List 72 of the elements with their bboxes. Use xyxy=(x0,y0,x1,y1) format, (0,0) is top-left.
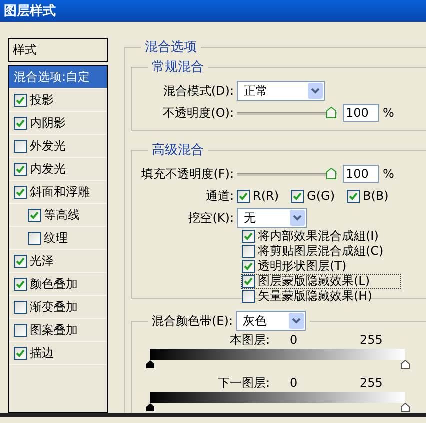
checkbox-label[interactable]: 透明形状图层(T) xyxy=(258,258,347,275)
style-list-item[interactable]: 描边 xyxy=(9,342,107,365)
unit-label: % xyxy=(383,106,394,120)
section-title: 高级混合 xyxy=(151,142,205,159)
range-start-thumb[interactable] xyxy=(146,403,155,412)
checkbox[interactable] xyxy=(347,190,360,202)
checkbox-label[interactable]: 将内部效果混合成組(I) xyxy=(258,228,379,245)
slider-thumb[interactable] xyxy=(326,168,337,180)
checkbox-label[interactable]: R(R) xyxy=(253,189,280,203)
range-value: 255 xyxy=(360,333,383,347)
knockout-dropdown[interactable]: 无 xyxy=(237,208,307,228)
unit-label: % xyxy=(383,167,394,181)
style-list-item[interactable]: 混合选项:自定 xyxy=(9,66,107,89)
style-list-item[interactable]: 颜色叠加 xyxy=(9,273,107,296)
checkbox[interactable] xyxy=(14,346,27,360)
blend-if-dropdown[interactable]: 灰色 xyxy=(236,311,306,331)
checkbox[interactable] xyxy=(237,190,250,202)
range-end-thumb[interactable] xyxy=(401,360,410,369)
checkbox[interactable] xyxy=(242,275,255,288)
blend-mode-dropdown[interactable]: 正常 xyxy=(237,81,325,101)
style-list-item[interactable]: 投影 xyxy=(9,89,107,112)
section-title: 常规混合 xyxy=(151,59,205,76)
checkbox[interactable] xyxy=(291,190,304,202)
checkbox[interactable] xyxy=(14,162,27,176)
range-value: 0 xyxy=(290,376,299,390)
checkbox[interactable] xyxy=(14,186,27,198)
field-label: 混合模式(D): xyxy=(162,82,235,100)
style-list-item[interactable]: 内阴影 xyxy=(9,112,107,135)
layer-label: 本图层: xyxy=(228,332,270,348)
checkbox[interactable] xyxy=(242,290,255,303)
range-start-thumb[interactable] xyxy=(146,360,155,369)
checkbox[interactable] xyxy=(14,254,27,268)
checkbox[interactable] xyxy=(14,278,27,290)
checkbox[interactable] xyxy=(14,324,27,336)
checkbox[interactable] xyxy=(14,300,27,314)
field-label: 混合颜色带(E): xyxy=(152,312,233,330)
checkbox-label[interactable]: G(G) xyxy=(307,189,336,203)
style-list-item[interactable]: 光泽 xyxy=(9,250,107,273)
opacity-slider[interactable] xyxy=(237,106,337,120)
checkbox[interactable] xyxy=(28,208,41,222)
checkbox[interactable] xyxy=(28,232,41,244)
style-list-item[interactable]: 斜面和浮雕 xyxy=(9,181,107,204)
checkbox[interactable] xyxy=(242,260,255,273)
checkbox-label[interactable]: B(B) xyxy=(363,189,389,203)
range-end-thumb[interactable] xyxy=(401,403,410,412)
slider-thumb[interactable] xyxy=(326,107,337,119)
value-field[interactable]: 100 xyxy=(343,104,379,122)
checkbox[interactable] xyxy=(14,116,27,130)
style-list-item[interactable]: 渐变叠加 xyxy=(9,296,107,319)
checkbox[interactable] xyxy=(242,245,255,258)
field-label: 填充不透明度(F): xyxy=(140,166,235,182)
window-title: 图层样式 xyxy=(4,3,56,20)
styles-header[interactable]: 样式 xyxy=(8,38,108,62)
style-list-item[interactable]: 等高线 xyxy=(9,204,107,227)
checkbox[interactable] xyxy=(242,230,255,243)
field-label: 通道: xyxy=(204,188,235,204)
range-value: 0 xyxy=(290,333,299,347)
style-list-item[interactable]: 纹理 xyxy=(9,227,107,250)
checkbox[interactable] xyxy=(14,140,27,152)
checkbox-label[interactable]: 矢量蒙版隐藏效果(H) xyxy=(258,288,372,305)
field-label: 挖空(K): xyxy=(188,210,235,226)
checkbox[interactable] xyxy=(14,94,27,106)
style-list-item[interactable]: 外发光 xyxy=(9,135,107,158)
style-list-item[interactable]: 图案叠加 xyxy=(9,319,107,342)
range-value: 255 xyxy=(360,376,383,390)
section-title: 混合选项 xyxy=(144,39,198,56)
checkbox-label[interactable]: 将剪贴图层混合成組(C) xyxy=(258,243,384,260)
field-label: 不透明度(O): xyxy=(162,104,235,122)
style-list-item[interactable]: 内发光 xyxy=(9,158,107,181)
layer-label: 下一图层: xyxy=(216,374,270,392)
value-field[interactable]: 100 xyxy=(343,165,379,183)
opacity-slider[interactable] xyxy=(237,167,337,181)
